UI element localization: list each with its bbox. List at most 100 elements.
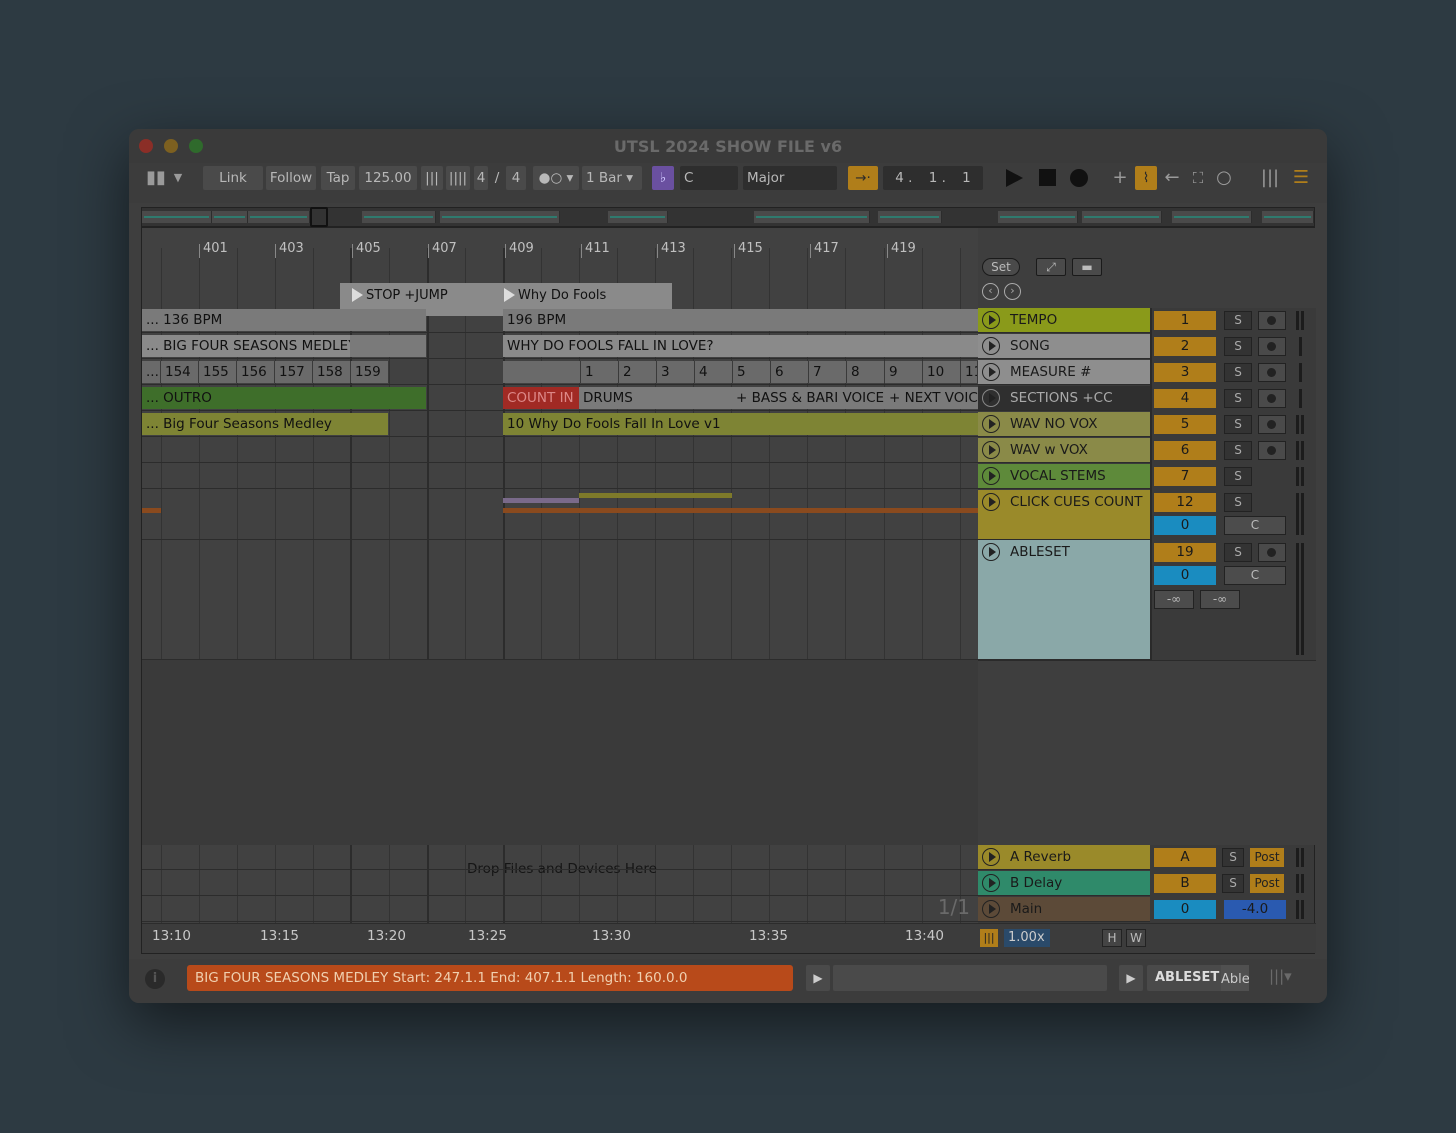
fold-icon[interactable]	[982, 874, 1000, 892]
solo-button[interactable]: S	[1224, 363, 1252, 382]
solo-button[interactable]: S	[1222, 874, 1244, 893]
measure-cell[interactable]: 8	[847, 361, 885, 383]
measure-cell[interactable]: 154	[161, 361, 199, 383]
sig-numerator[interactable]: 4	[474, 166, 488, 190]
fold-open-icon[interactable]	[982, 543, 1000, 561]
clip-bass-bari[interactable]: + BASS & BARI VOICE	[732, 387, 885, 409]
send-a-field[interactable]: -∞	[1154, 590, 1194, 609]
clip-tempo-left[interactable]: ... 136 BPM	[142, 309, 426, 331]
solo-button[interactable]: S	[1224, 389, 1252, 408]
automation-arm-icon[interactable]: ⌇	[1135, 166, 1157, 190]
menu-icon[interactable]: ☰	[1289, 166, 1313, 190]
play-button[interactable]	[1006, 169, 1023, 187]
track-number-button[interactable]: 5	[1154, 415, 1216, 434]
solo-button[interactable]: S	[1224, 415, 1252, 434]
scale-root-menu[interactable]: C	[680, 166, 738, 190]
info-icon[interactable]: i	[145, 969, 165, 989]
tempo-field[interactable]: 125.00	[359, 166, 417, 190]
clip-wav-left[interactable]: ... Big Four Seasons Medley	[142, 413, 388, 435]
lock-icon[interactable]: ▬	[1072, 258, 1102, 276]
expand-icon[interactable]: ⤢	[1036, 258, 1066, 276]
measure-cell[interactable]: 159	[351, 361, 389, 383]
quantization-menu[interactable]: 1 Bar ▾	[582, 166, 642, 190]
measure-cell[interactable]: 7	[809, 361, 847, 383]
track-header-tempo[interactable]: TEMPO	[978, 308, 1150, 333]
waveform-icon[interactable]: |||	[980, 929, 998, 947]
measure-cell[interactable]: 158	[313, 361, 351, 383]
measure-cell[interactable]: 5	[733, 361, 771, 383]
main-volume-field[interactable]: 0	[1154, 900, 1216, 919]
clip-song-gap[interactable]	[350, 335, 426, 357]
track-number-button[interactable]: 7	[1154, 467, 1216, 486]
measure-cell[interactable]: 11	[961, 361, 978, 383]
follow-arrangement-icon[interactable]: →·	[848, 166, 878, 190]
group-fold-icon[interactable]	[982, 493, 1000, 511]
fold-icon[interactable]	[982, 389, 1000, 407]
volume-field[interactable]: 0	[1154, 516, 1216, 535]
capture-icon[interactable]: ⛶	[1187, 166, 1209, 190]
next-locator-icon[interactable]: ›	[1004, 283, 1021, 300]
post-button[interactable]: Post	[1250, 848, 1284, 867]
clip-play-icon[interactable]: ▶	[806, 965, 830, 991]
solo-button[interactable]: S	[1224, 493, 1252, 512]
pan-field[interactable]: C	[1224, 516, 1286, 535]
chevron-down-icon[interactable]: ▼	[171, 166, 185, 190]
track-header-return-a[interactable]: A Reverb	[978, 845, 1150, 870]
nudge-down-icon[interactable]: |||	[421, 166, 443, 190]
track-header-ableset[interactable]: ABLESET	[978, 540, 1150, 660]
monitor-button[interactable]	[1258, 389, 1286, 408]
zoom-field[interactable]: 1.00x	[1004, 929, 1050, 947]
device-tab[interactable]: Able	[1221, 965, 1249, 991]
track-number-button[interactable]: 4	[1154, 389, 1216, 408]
send-b-field[interactable]: -∞	[1200, 590, 1240, 609]
return-letter-button[interactable]: A	[1154, 848, 1216, 867]
monitor-button[interactable]	[1258, 337, 1286, 356]
track-number-button[interactable]: 19	[1154, 543, 1216, 562]
follow-button[interactable]: Follow	[266, 166, 316, 190]
fold-icon[interactable]	[982, 363, 1000, 381]
measure-cell[interactable]: 4	[695, 361, 733, 383]
clip-count-in[interactable]: COUNT IN	[503, 387, 579, 409]
group-fold-icon[interactable]	[982, 467, 1000, 485]
track-header-vocal-stems[interactable]: VOCAL STEMS	[978, 464, 1150, 489]
session-record-icon[interactable]: ○	[1213, 166, 1235, 190]
clip-outro[interactable]: ... OUTRO	[142, 387, 426, 409]
solo-button[interactable]: S	[1224, 337, 1252, 356]
measure-cell[interactable]: 1	[581, 361, 619, 383]
nudge-up-icon[interactable]: ||||	[446, 166, 470, 190]
arm-button[interactable]	[1258, 311, 1286, 330]
track-header-wav-no-vox[interactable]: WAV NO VOX	[978, 412, 1150, 437]
h-toggle[interactable]: H	[1102, 929, 1122, 947]
drop-area[interactable]	[142, 660, 978, 845]
solo-button[interactable]: S	[1224, 441, 1252, 460]
fold-icon[interactable]	[982, 848, 1000, 866]
locator-why-do-fools[interactable]: Why Do Fools	[504, 288, 606, 303]
view-toggle-icon[interactable]: ▮▮	[143, 166, 169, 190]
measure-cell-empty[interactable]	[503, 361, 581, 383]
fold-icon[interactable]	[982, 900, 1000, 918]
track-header-wav-w-vox[interactable]: WAV w VOX	[978, 438, 1150, 463]
fold-icon[interactable]	[982, 441, 1000, 459]
pan-field[interactable]: C	[1224, 566, 1286, 585]
link-button[interactable]: Link	[203, 166, 263, 190]
metronome-icon[interactable]: ●○ ▾	[533, 166, 579, 190]
track-number-button[interactable]: 2	[1154, 337, 1216, 356]
track-header-song[interactable]: SONG	[978, 334, 1150, 359]
measure-cell[interactable]: 3	[657, 361, 695, 383]
clip-drums[interactable]: DRUMS	[579, 387, 732, 409]
clip-tempo-right[interactable]: 196 BPM	[503, 309, 978, 331]
measure-cell[interactable]: 155	[199, 361, 237, 383]
fold-icon[interactable]	[982, 337, 1000, 355]
measure-cell[interactable]: ...	[142, 361, 161, 383]
set-button[interactable]: Set	[982, 258, 1020, 276]
measure-cell[interactable]: 6	[771, 361, 809, 383]
fold-icon[interactable]	[982, 311, 1000, 329]
locator-stop-jump[interactable]: STOP +JUMP	[352, 288, 448, 303]
measure-cell[interactable]: 156	[237, 361, 275, 383]
track-number-button[interactable]: 6	[1154, 441, 1216, 460]
scale-name-menu[interactable]: Major	[743, 166, 837, 190]
previous-locator-icon[interactable]: ‹	[982, 283, 999, 300]
arrangement-overview[interactable]	[141, 207, 1315, 227]
monitor-button[interactable]	[1258, 363, 1286, 382]
add-icon[interactable]: +	[1109, 166, 1131, 190]
